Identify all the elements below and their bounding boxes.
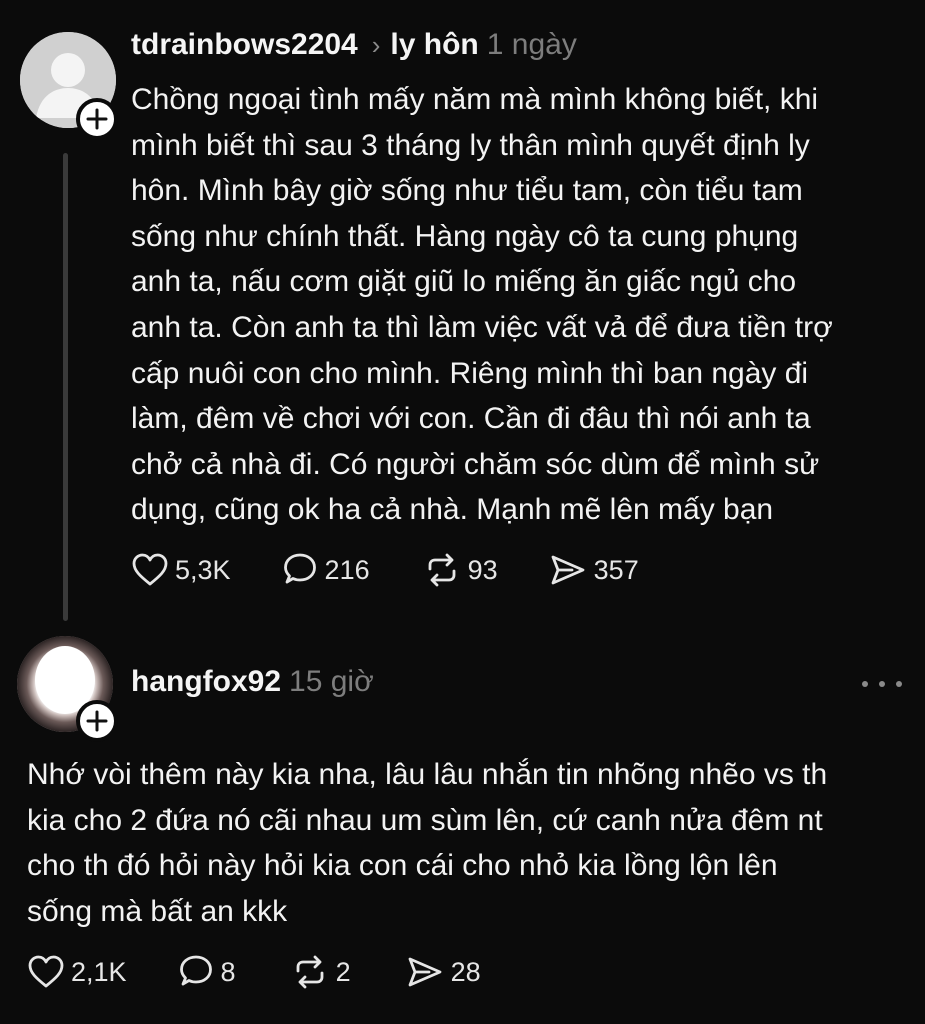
repost-count: 93 [467, 554, 498, 585]
comment-bubble-icon [283, 553, 316, 584]
repost-count: 2 [335, 956, 351, 987]
post-header: hangfox92 15 giờ [131, 665, 374, 699]
repost-button[interactable]: 93 [422, 552, 498, 588]
heart-icon [132, 553, 168, 586]
post-actions: 5,3K 216 93 357 [131, 552, 639, 588]
send-icon [551, 555, 585, 585]
more-dots-icon [862, 681, 868, 687]
repost-button[interactable]: 2 [290, 954, 351, 990]
reply-count: 8 [220, 956, 236, 987]
repost-arrows-icon [296, 955, 323, 989]
comment-bubble-icon [179, 955, 212, 986]
plus-icon [86, 108, 108, 130]
follow-button[interactable] [76, 700, 118, 742]
plus-icon [86, 710, 108, 732]
timestamp: 1 ngày [486, 28, 577, 61]
more-options-button[interactable] [862, 674, 902, 694]
share-button[interactable]: 28 [405, 954, 481, 990]
topic-tag[interactable]: ly hôn [390, 28, 478, 62]
post-body: Chồng ngoại tình mấy năm mà mình không b… [131, 83, 833, 527]
like-button[interactable]: 5,3K [131, 552, 231, 588]
like-count: 2,1K [71, 956, 127, 987]
chevron-right-icon: › [371, 30, 381, 60]
share-button[interactable]: 357 [548, 552, 639, 588]
like-button[interactable]: 2,1K [27, 954, 127, 990]
follow-button[interactable] [76, 98, 118, 140]
reply-count: 216 [324, 554, 370, 585]
username[interactable]: tdrainbows2204 [131, 28, 358, 62]
repost-arrows-icon [428, 553, 456, 587]
share-count: 357 [593, 554, 639, 585]
timestamp: 15 giờ [289, 665, 374, 698]
post-body: Nhớ vòi thêm này kia nha, lâu lâu nhắn t… [27, 758, 828, 928]
send-icon [408, 957, 442, 987]
reply-button[interactable]: 8 [177, 954, 236, 990]
reply-button[interactable]: 216 [281, 552, 370, 588]
share-count: 28 [450, 956, 481, 987]
post-header: tdrainbows2204 › ly hôn 1 ngày [131, 28, 577, 62]
post-actions: 2,1K 8 2 28 [27, 954, 481, 990]
heart-icon [28, 955, 64, 988]
like-count: 5,3K [175, 554, 231, 585]
thread-line [63, 153, 68, 621]
username[interactable]: hangfox92 [131, 665, 281, 699]
